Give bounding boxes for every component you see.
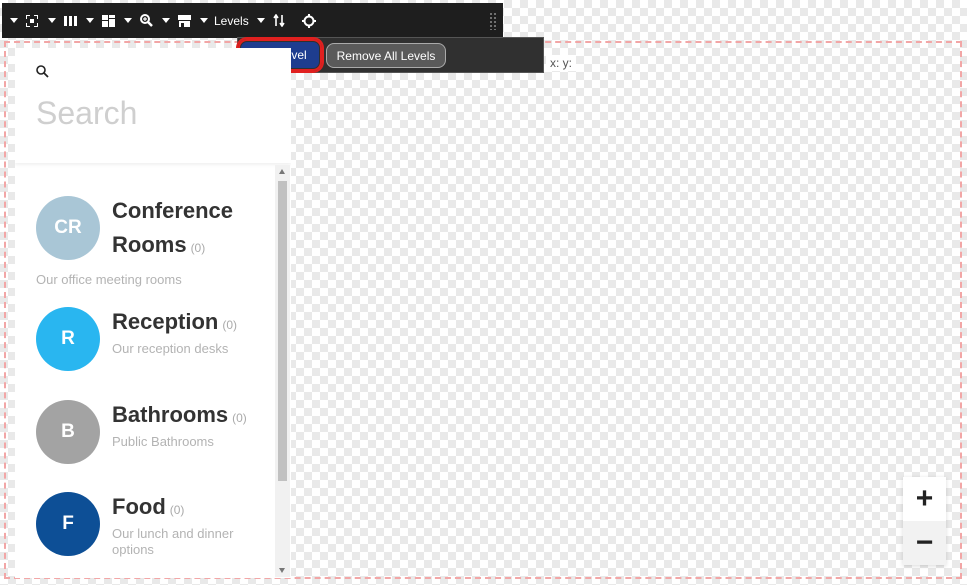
sort-icon [271, 13, 287, 29]
fullscreen-icon [24, 13, 40, 29]
sidebar-scrollbar[interactable] [275, 165, 290, 577]
layout-dropdown[interactable] [86, 3, 124, 38]
category-title: Food (0) [112, 490, 184, 527]
search-box [15, 48, 291, 163]
remove-all-levels-button[interactable]: Remove All Levels [326, 43, 446, 68]
category-count: (0) [232, 411, 247, 425]
category-description-line: Our lunch and dinner [112, 526, 234, 541]
category-description: Our office meeting rooms [36, 272, 182, 287]
category-title: Reception (0) [112, 305, 237, 342]
list-item-reception[interactable]: R Reception (0) Our reception desks [15, 305, 273, 375]
zoom-controls: + − [903, 477, 946, 565]
locate-button[interactable] [295, 3, 325, 38]
scrollbar-thumb[interactable] [278, 181, 287, 481]
category-count: (0) [222, 318, 238, 332]
avatar: CR [36, 196, 100, 260]
fullscreen-dropdown[interactable] [10, 3, 48, 38]
category-count: (0) [190, 241, 206, 255]
caret-down-icon [256, 18, 265, 23]
columns-dropdown[interactable] [48, 3, 86, 38]
coordinates-readout: x: y: [546, 55, 577, 71]
target-icon [301, 13, 317, 29]
drag-handle-icon[interactable] [489, 12, 497, 30]
category-description-line: options [112, 542, 154, 557]
map-toolbar: Levels [2, 3, 503, 38]
category-title: Conference Rooms (0) [112, 194, 233, 265]
store-dropdown[interactable] [162, 3, 200, 38]
category-title-line: Food [112, 494, 166, 519]
levels-dropdown[interactable]: Levels [200, 3, 257, 38]
category-title-line: Bathrooms [112, 402, 229, 427]
category-title-line: Conference [112, 198, 234, 223]
category-title-line: Reception [112, 309, 219, 334]
sort-dropdown[interactable] [256, 3, 295, 38]
category-title-line: Rooms [112, 232, 187, 257]
scroll-down-icon[interactable] [279, 568, 285, 573]
scroll-up-icon[interactable] [279, 169, 285, 174]
category-description: Our lunch and dinner options [112, 526, 233, 558]
columns-icon [62, 13, 78, 29]
search-input[interactable] [34, 92, 278, 134]
category-title: Bathrooms (0) [112, 398, 247, 435]
zoom-out-button[interactable]: − [903, 521, 946, 565]
list-item-food[interactable]: F Food (0) Our lunch and dinner options [15, 490, 273, 570]
avatar: R [36, 307, 100, 371]
list-item-bathrooms[interactable]: B Bathrooms (0) Public Bathrooms [15, 398, 273, 468]
store-icon [176, 13, 192, 29]
caret-down-icon [86, 18, 94, 23]
zoom-in-button[interactable]: + [903, 477, 946, 521]
levels-label: Levels [214, 13, 249, 28]
layout-icon [100, 13, 116, 29]
avatar: B [36, 400, 100, 464]
search-icon [36, 65, 50, 79]
category-count: (0) [169, 503, 185, 517]
caret-down-icon [124, 18, 132, 23]
category-sidebar: CR Conference Rooms(0) Our office meetin… [15, 48, 291, 578]
caret-down-icon [10, 18, 18, 23]
list-item-conference-rooms[interactable]: CR Conference Rooms (0) Our office meetin… [15, 194, 273, 289]
caret-down-icon [162, 18, 170, 23]
zoom-icon [138, 13, 154, 29]
avatar: F [36, 492, 100, 556]
caret-down-icon [200, 18, 208, 23]
category-description: Public Bathrooms [112, 434, 214, 449]
caret-down-icon [48, 18, 56, 23]
zoom-dropdown[interactable] [124, 3, 162, 38]
category-description: Our reception desks [112, 341, 229, 356]
